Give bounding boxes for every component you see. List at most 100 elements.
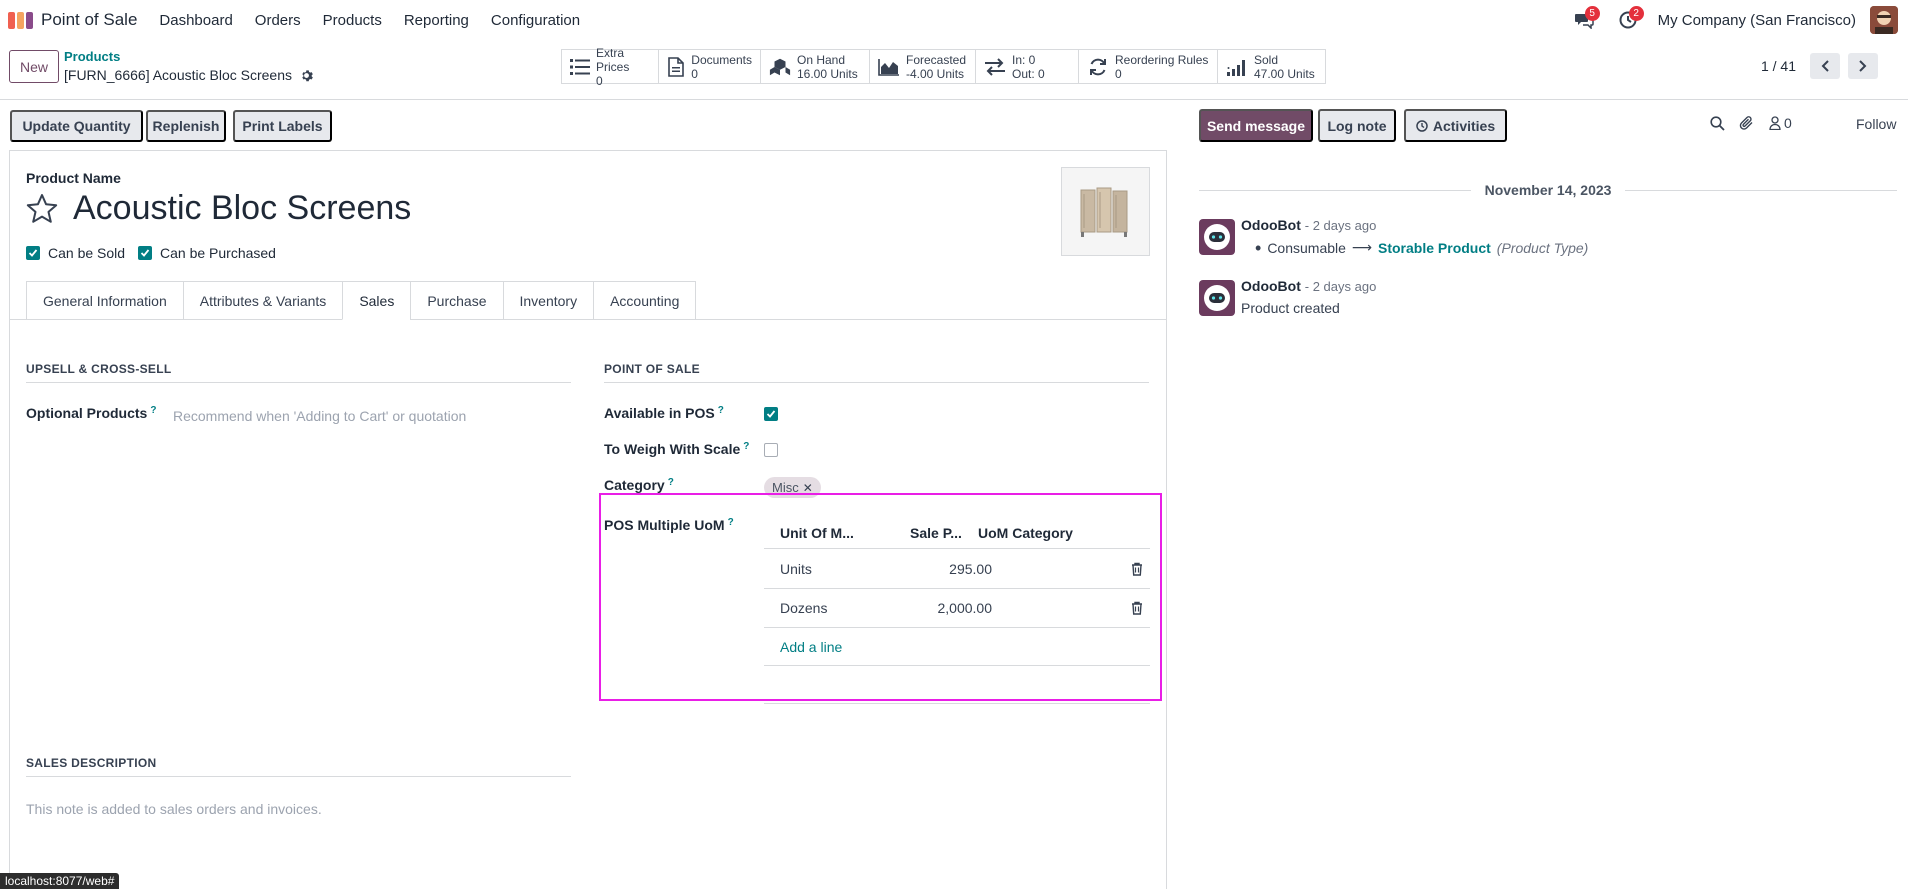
- breadcrumb-products[interactable]: Products: [64, 49, 120, 64]
- separator-line: [1625, 189, 1898, 191]
- forecasted-button[interactable]: Forecasted -4.00 Units: [870, 50, 976, 83]
- message-time: - 2 days ago: [1304, 218, 1377, 233]
- menu-configuration[interactable]: Configuration: [491, 12, 580, 29]
- can-be-sold-field[interactable]: Can be Sold: [26, 245, 125, 261]
- tab-general-information[interactable]: General Information: [26, 281, 183, 320]
- chatter-tools: 0: [1710, 115, 1792, 131]
- upsell-section-title: UPSELL & CROSS-SELL: [26, 362, 571, 383]
- activities-label: Activities: [1432, 117, 1496, 134]
- control-panel: New Products [FURN_6666] Acoustic Bloc S…: [0, 40, 1908, 100]
- tab-inventory[interactable]: Inventory: [502, 281, 594, 320]
- company-switcher[interactable]: My Company (San Francisco): [1658, 12, 1856, 29]
- menu-dashboard[interactable]: Dashboard: [159, 12, 232, 29]
- old-value: Consumable: [1267, 239, 1346, 256]
- activities-clock-icon[interactable]: 2: [1614, 6, 1644, 34]
- check-icon: [140, 249, 150, 257]
- area-chart-icon: [878, 56, 900, 78]
- document-icon: [667, 56, 685, 78]
- pos-app-icon[interactable]: [8, 11, 34, 29]
- record-title: [FURN_6666] Acoustic Bloc Screens: [64, 67, 292, 83]
- available-in-pos-checkbox[interactable]: [764, 407, 778, 421]
- exchange-icon: [984, 56, 1006, 78]
- tab-purchase[interactable]: Purchase: [410, 281, 503, 320]
- documents-button[interactable]: Documents 0: [659, 50, 761, 83]
- extra-prices-button[interactable]: Extra Prices 0: [562, 46, 659, 88]
- available-in-pos-label: Available in POS?: [604, 405, 724, 421]
- separator-line: [1199, 189, 1471, 191]
- pager-next-button[interactable]: [1848, 53, 1878, 79]
- acoustic-screen-image: [1080, 187, 1127, 237]
- sold-button[interactable]: Sold 47.00 Units: [1218, 50, 1325, 83]
- chevron-right-icon: [1859, 60, 1867, 72]
- tab-accounting[interactable]: Accounting: [593, 281, 697, 320]
- followers-button[interactable]: 0: [1769, 115, 1792, 131]
- reordering-rules-value: 0: [1115, 66, 1122, 81]
- update-quantity-button[interactable]: Update Quantity: [10, 110, 143, 142]
- new-button[interactable]: New: [9, 50, 59, 83]
- can-be-purchased-field[interactable]: Can be Purchased: [138, 245, 276, 261]
- to-weigh-with-scale-checkbox[interactable]: [764, 443, 778, 457]
- check-icon: [28, 249, 38, 257]
- clock-icon: [1416, 119, 1428, 132]
- reordering-rules-button[interactable]: Reordering Rules 0: [1079, 50, 1218, 83]
- forecasted-label: Forecasted: [906, 52, 967, 67]
- in-out-button[interactable]: In: 0 Out: 0: [976, 50, 1079, 83]
- tab-sales[interactable]: Sales: [342, 281, 411, 320]
- chevron-left-icon: [1821, 60, 1829, 72]
- tab-attributes-variants[interactable]: Attributes & Variants: [182, 281, 343, 320]
- product-image[interactable]: [1061, 167, 1150, 256]
- product-name-label: Product Name: [26, 170, 121, 186]
- star-icon[interactable]: [26, 193, 58, 225]
- sold-value: 47.00 Units: [1254, 66, 1315, 81]
- search-icon[interactable]: [1710, 115, 1725, 131]
- sold-label: Sold: [1254, 52, 1279, 67]
- optional-products-input[interactable]: Recommend when 'Adding to Cart' or quota…: [173, 408, 466, 424]
- help-icon[interactable]: ?: [718, 405, 724, 416]
- activities-button[interactable]: Activities: [1404, 109, 1507, 142]
- can-be-sold-checkbox[interactable]: [26, 246, 40, 260]
- pager-value[interactable]: 1 / 41: [1761, 58, 1796, 74]
- log-note-button[interactable]: Log note: [1318, 109, 1396, 142]
- send-message-button[interactable]: Send message: [1199, 109, 1313, 142]
- notebook-tabs: General Information Attributes & Variant…: [26, 281, 697, 320]
- optional-products-label: Optional Products?: [26, 405, 156, 421]
- gear-icon[interactable]: [300, 69, 313, 82]
- menu-orders[interactable]: Orders: [255, 12, 301, 29]
- message-tracking: • Consumable ⟶ Storable Product (Product…: [1255, 239, 1589, 257]
- pager-previous-button[interactable]: [1810, 53, 1840, 79]
- follow-button[interactable]: Follow: [1856, 116, 1896, 132]
- available-in-pos-label-text: Available in POS: [604, 405, 715, 421]
- date-separator: November 14, 2023: [1199, 180, 1898, 200]
- tracked-field: (Product Type): [1496, 239, 1589, 256]
- menu-products[interactable]: Products: [323, 12, 382, 29]
- replenish-button[interactable]: Replenish: [146, 110, 226, 142]
- out-label: Out: 0: [1012, 66, 1045, 81]
- followers-count: 0: [1784, 115, 1792, 131]
- breadcrumb-record: [FURN_6666] Acoustic Bloc Screens: [64, 67, 313, 83]
- odoobot-avatar[interactable]: [1199, 219, 1235, 255]
- user-avatar[interactable]: [1870, 6, 1898, 34]
- message-author[interactable]: OdooBot - 2 days ago: [1241, 217, 1376, 233]
- activities-badge: 2: [1628, 6, 1644, 21]
- paperclip-icon[interactable]: [1739, 115, 1755, 131]
- help-icon[interactable]: ?: [668, 477, 674, 488]
- new-value: Storable Product: [1378, 239, 1491, 256]
- message-author-name: OdooBot: [1241, 278, 1301, 294]
- message-author[interactable]: OdooBot - 2 days ago: [1241, 278, 1376, 294]
- can-be-purchased-checkbox[interactable]: [138, 246, 152, 260]
- on-hand-button[interactable]: On Hand 16.00 Units: [761, 50, 870, 83]
- sales-description-input[interactable]: This note is added to sales orders and i…: [26, 801, 322, 817]
- odoobot-avatar[interactable]: [1199, 280, 1235, 316]
- app-name[interactable]: Point of Sale: [41, 10, 137, 30]
- refresh-icon: [1087, 56, 1109, 78]
- category-label-text: Category: [604, 477, 665, 493]
- help-icon[interactable]: ?: [150, 405, 156, 416]
- help-icon[interactable]: ?: [743, 441, 749, 452]
- menu-reporting[interactable]: Reporting: [404, 12, 469, 29]
- reordering-rules-label: Reordering Rules: [1115, 52, 1209, 67]
- pager: 1 / 41: [1761, 53, 1878, 79]
- print-labels-button[interactable]: Print Labels: [233, 110, 332, 142]
- documents-label: Documents: [691, 52, 752, 67]
- product-name-input[interactable]: Acoustic Bloc Screens: [73, 189, 411, 228]
- messages-icon[interactable]: 5: [1570, 6, 1600, 34]
